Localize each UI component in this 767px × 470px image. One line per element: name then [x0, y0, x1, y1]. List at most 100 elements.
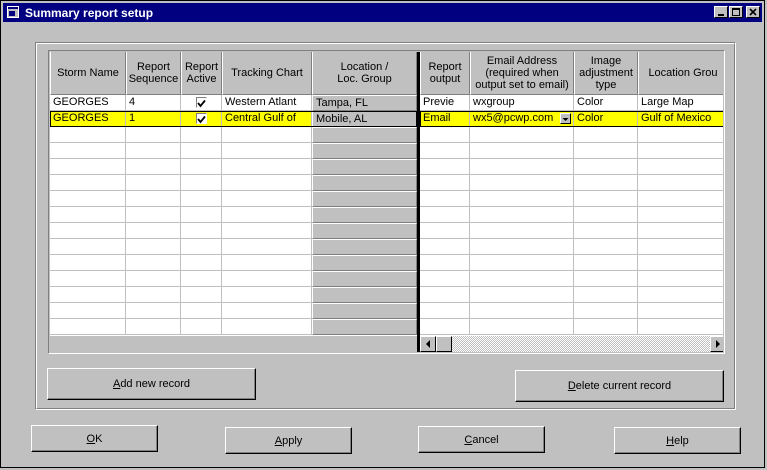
- cell-active[interactable]: [181, 223, 222, 239]
- close-button[interactable]: [746, 6, 760, 18]
- cell-location[interactable]: [312, 271, 417, 287]
- cell-location[interactable]: [312, 159, 417, 175]
- cell-email[interactable]: wx5@pcwp.com: [470, 111, 574, 127]
- column-header-locgroup[interactable]: Location Grou: [638, 52, 723, 95]
- cell-storm[interactable]: [50, 271, 126, 287]
- cell-seq[interactable]: [126, 191, 181, 207]
- cell-location[interactable]: [312, 191, 417, 207]
- cell-email[interactable]: [470, 143, 574, 159]
- table-row[interactable]: [50, 143, 723, 159]
- cell-chart[interactable]: [222, 175, 312, 191]
- cell-image[interactable]: [574, 271, 638, 287]
- cell-output[interactable]: [420, 127, 470, 143]
- cell-active[interactable]: [181, 271, 222, 287]
- cell-active[interactable]: [181, 95, 222, 111]
- cell-email[interactable]: [470, 255, 574, 271]
- cell-seq[interactable]: [126, 271, 181, 287]
- table-row[interactable]: GEORGES 1 Central Gulf of Mobile, AL Email wx…: [50, 111, 723, 127]
- cell-active[interactable]: [181, 111, 222, 127]
- cell-locgroup[interactable]: Gulf of Mexico: [638, 111, 723, 127]
- cell-locgroup[interactable]: [638, 175, 723, 191]
- cell-output[interactable]: [420, 303, 470, 319]
- cell-storm[interactable]: [50, 255, 126, 271]
- cell-output[interactable]: Previe: [420, 95, 470, 111]
- table-row[interactable]: [50, 127, 723, 143]
- cell-active[interactable]: [181, 143, 222, 159]
- cell-email[interactable]: [470, 127, 574, 143]
- cell-chart[interactable]: [222, 239, 312, 255]
- cell-locgroup[interactable]: [638, 303, 723, 319]
- cell-location[interactable]: [312, 127, 417, 143]
- cell-chart[interactable]: [222, 287, 312, 303]
- ok-button[interactable]: OK: [31, 425, 158, 452]
- cell-locgroup[interactable]: [638, 239, 723, 255]
- cell-image[interactable]: [574, 239, 638, 255]
- cell-location[interactable]: [312, 287, 417, 303]
- cell-output[interactable]: [420, 207, 470, 223]
- cell-storm[interactable]: [50, 287, 126, 303]
- cell-image[interactable]: [574, 143, 638, 159]
- cell-image[interactable]: [574, 223, 638, 239]
- cell-location[interactable]: [312, 207, 417, 223]
- cell-storm[interactable]: [50, 143, 126, 159]
- cell-image[interactable]: [574, 191, 638, 207]
- cell-email[interactable]: [470, 287, 574, 303]
- cell-locgroup[interactable]: [638, 191, 723, 207]
- cell-seq[interactable]: 1: [126, 111, 181, 127]
- cell-storm[interactable]: [50, 191, 126, 207]
- cell-output[interactable]: [420, 287, 470, 303]
- cell-location[interactable]: [312, 239, 417, 255]
- cell-locgroup[interactable]: [638, 223, 723, 239]
- column-header-output[interactable]: Report output: [420, 52, 470, 95]
- scroll-left-button[interactable]: [420, 336, 436, 352]
- cell-locgroup[interactable]: [638, 143, 723, 159]
- scroll-thumb[interactable]: [436, 336, 452, 352]
- cell-locgroup[interactable]: [638, 271, 723, 287]
- cell-seq[interactable]: [126, 175, 181, 191]
- cell-seq[interactable]: [126, 255, 181, 271]
- cell-storm[interactable]: [50, 127, 126, 143]
- cell-locgroup[interactable]: [638, 127, 723, 143]
- scroll-right-button[interactable]: [710, 336, 723, 352]
- cell-location[interactable]: [312, 223, 417, 239]
- cell-seq[interactable]: [126, 223, 181, 239]
- cell-active[interactable]: [181, 255, 222, 271]
- cell-location[interactable]: [312, 175, 417, 191]
- frozen-column-splitter[interactable]: [417, 52, 420, 352]
- cell-email[interactable]: [470, 191, 574, 207]
- cell-output[interactable]: [420, 175, 470, 191]
- table-row[interactable]: [50, 287, 723, 303]
- table-row[interactable]: [50, 239, 723, 255]
- delete-current-record-button[interactable]: Delete current record: [515, 370, 724, 402]
- cell-seq[interactable]: [126, 143, 181, 159]
- apply-button[interactable]: Apply: [225, 427, 352, 454]
- cell-image[interactable]: [574, 303, 638, 319]
- cell-email[interactable]: [470, 271, 574, 287]
- cell-image[interactable]: Color: [574, 95, 638, 111]
- cell-storm[interactable]: [50, 175, 126, 191]
- cell-location[interactable]: [312, 319, 417, 335]
- column-header-seq[interactable]: Report Sequence: [126, 52, 181, 95]
- cell-locgroup[interactable]: [638, 255, 723, 271]
- cell-seq[interactable]: [126, 207, 181, 223]
- table-row[interactable]: [50, 191, 723, 207]
- cell-seq[interactable]: [126, 319, 181, 335]
- table-row[interactable]: [50, 223, 723, 239]
- cell-image[interactable]: [574, 319, 638, 335]
- cell-output[interactable]: [420, 271, 470, 287]
- cell-output[interactable]: [420, 319, 470, 335]
- cell-image[interactable]: [574, 255, 638, 271]
- cell-location[interactable]: [312, 255, 417, 271]
- cell-locgroup[interactable]: Large Map: [638, 95, 723, 111]
- cell-image[interactable]: [574, 207, 638, 223]
- cell-storm[interactable]: [50, 319, 126, 335]
- table-row[interactable]: [50, 303, 723, 319]
- cell-chart[interactable]: [222, 127, 312, 143]
- cancel-button[interactable]: Cancel: [418, 426, 545, 453]
- column-header-location[interactable]: Location / Loc. Group: [312, 52, 417, 95]
- cell-email[interactable]: [470, 207, 574, 223]
- cell-image[interactable]: Color: [574, 111, 638, 127]
- cell-storm[interactable]: GEORGES: [50, 95, 126, 111]
- horizontal-scrollbar[interactable]: [420, 336, 723, 352]
- cell-active[interactable]: [181, 287, 222, 303]
